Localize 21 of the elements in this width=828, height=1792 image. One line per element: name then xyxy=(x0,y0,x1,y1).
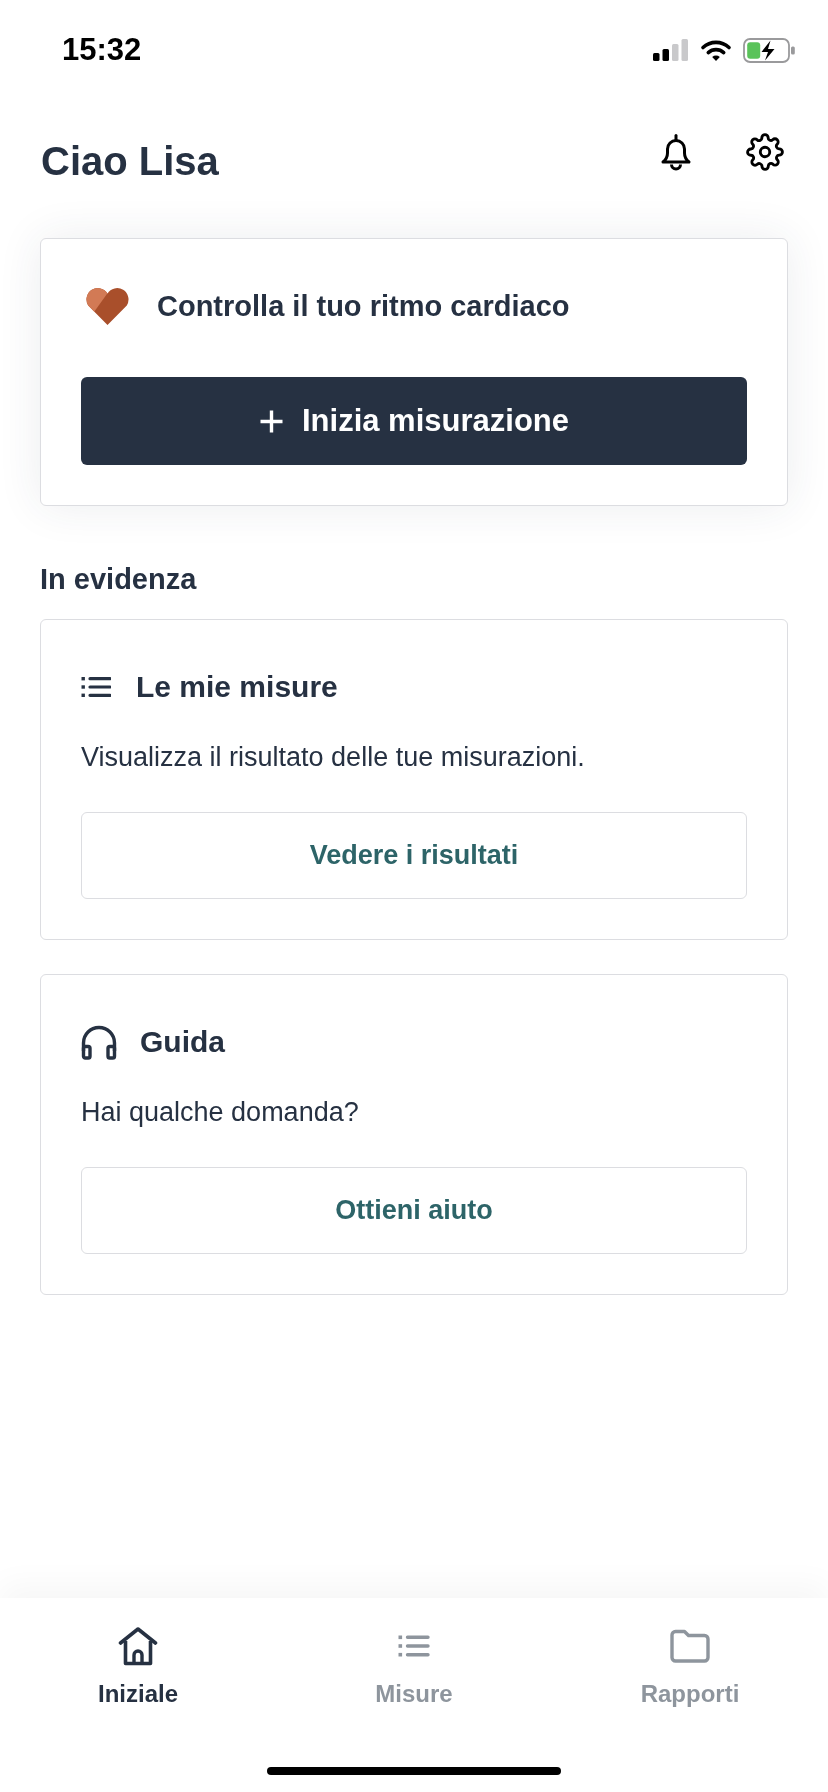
card-description: Hai qualche domanda? xyxy=(81,1096,360,1129)
greeting-title: Ciao Lisa xyxy=(41,138,219,185)
card-title: Controlla il tuo ritmo cardiaco xyxy=(157,289,570,324)
section-heading: In evidenza xyxy=(40,562,198,597)
home-icon xyxy=(118,1626,158,1666)
headphones-icon xyxy=(81,1024,117,1060)
card-action-button[interactable]: Ottieni aiuto xyxy=(81,1167,747,1254)
card-action-button[interactable]: Vedere i risultati xyxy=(81,812,747,899)
battery-icon xyxy=(743,37,796,63)
nav-tab[interactable]: Iniziale xyxy=(98,1626,178,1709)
card-title: Le mie misure xyxy=(136,669,338,705)
bell-icon[interactable] xyxy=(659,133,693,171)
card-title: Guida xyxy=(140,1024,225,1060)
signal-icon xyxy=(653,38,689,62)
list-icon xyxy=(81,675,111,699)
plus-icon xyxy=(259,408,284,434)
settings-icon[interactable] xyxy=(746,133,784,171)
start-measurement-button[interactable]: Inizia misurazione xyxy=(81,377,747,465)
wifi-icon xyxy=(700,38,732,62)
status-time: 15:32 xyxy=(62,32,142,68)
card-description: Visualizza il risultato delle tue misurazioni. xyxy=(81,741,586,774)
